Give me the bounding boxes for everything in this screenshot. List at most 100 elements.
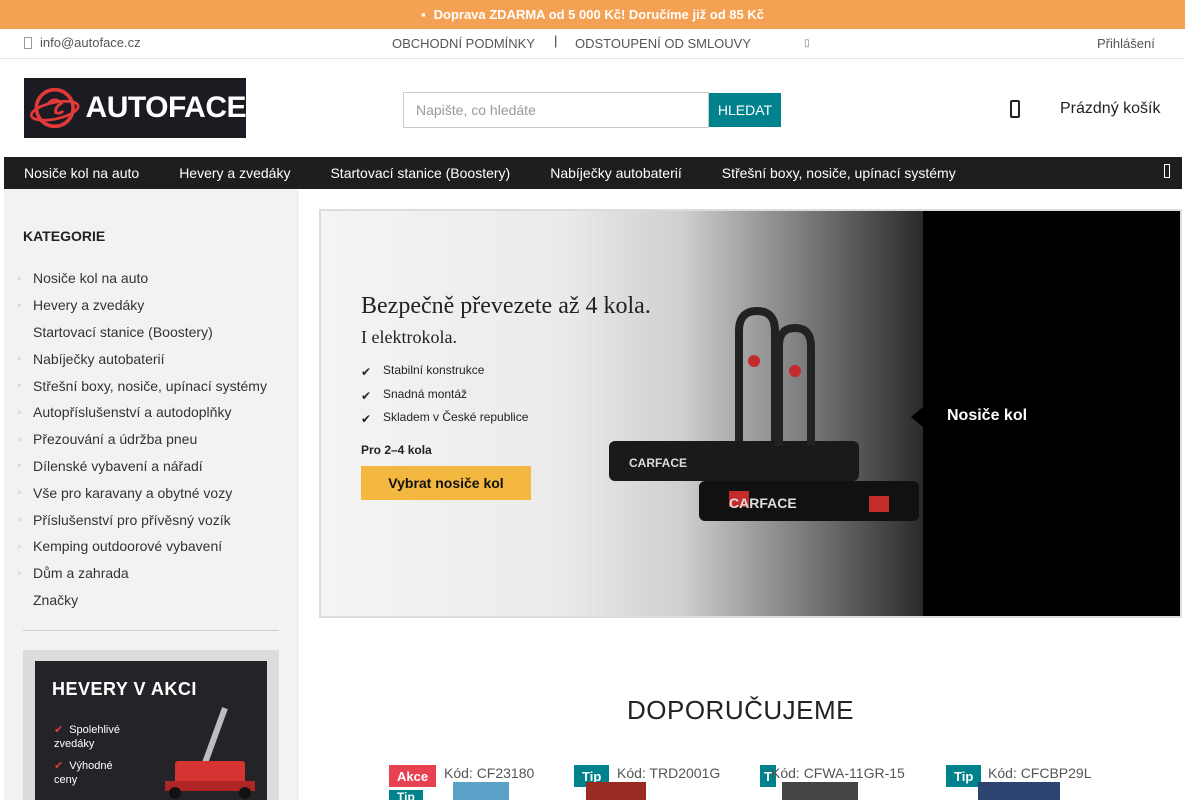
- truck-icon: ▪: [421, 7, 426, 22]
- tip-badge: Tip: [946, 765, 982, 787]
- product-card[interactable]: Akce Tip Kód: CF23180: [389, 762, 559, 800]
- jacks-promo-banner[interactable]: HEVERY V AKCI ✔ Spolehlivé zvedáky ✔ Výhod…: [23, 650, 279, 800]
- category-item[interactable]: ▫ Hevery a zvedáky: [18, 292, 283, 319]
- check-icon: ✔: [361, 365, 372, 379]
- terms-link[interactable]: OBCHODNÍ PODMÍNKY: [392, 36, 535, 51]
- bullet-icon: ▫: [18, 461, 21, 471]
- category-label: Vše pro karavany a obytné vozy: [33, 484, 233, 501]
- category-item[interactable]: Značky: [18, 587, 283, 614]
- search-button[interactable]: HLEDAT: [709, 93, 781, 127]
- cart-label: Prázdný košík: [1060, 100, 1161, 117]
- check-icon: ✔: [54, 760, 64, 772]
- category-label: Dílenské vybavení a nářadí: [33, 457, 203, 474]
- logo-icon: [30, 87, 80, 129]
- category-label: Kemping outdoorové vybavení: [33, 538, 223, 555]
- category-label: Autopříslušenství a autodoplňky: [33, 404, 232, 421]
- withdrawal-link[interactable]: ODSTOUPENÍ OD SMLOUVY: [575, 36, 751, 51]
- nav-more-icon[interactable]: [1164, 164, 1170, 178]
- hero-cta-button[interactable]: Vybrat nosiče kol: [361, 466, 531, 500]
- jacks-banner-title: HEVERY V AKCI: [52, 679, 197, 699]
- nav-item-boosters[interactable]: Startovací stanice (Boostery): [310, 165, 530, 181]
- product-code: Kód: CFCBP29L: [988, 765, 1092, 781]
- jacks-banner-image: HEVERY V AKCI ✔ Spolehlivé zvedáky ✔ Výhod…: [35, 661, 267, 800]
- category-item[interactable]: ▫ Nabíječky autobaterií: [18, 345, 283, 372]
- bullet-icon: ▫: [18, 568, 21, 578]
- hero-count: Pro 2–4 kola: [361, 443, 432, 457]
- category-item[interactable]: ▫ Kemping outdoorové vybavení: [18, 533, 283, 560]
- product-thumbnail[interactable]: [782, 782, 858, 800]
- nav-item-jacks[interactable]: Hevery a zvedáky: [159, 165, 310, 181]
- product-card[interactable]: Tip Kód: CFCBP29L: [946, 762, 1116, 800]
- bullet-icon: ▫: [18, 407, 21, 417]
- phone-icon: [24, 36, 32, 49]
- email-text: info@autoface.cz: [40, 35, 141, 50]
- category-label: Nabíječky autobaterií: [33, 350, 165, 367]
- category-label: Střešní boxy, nosiče, upínací systémy: [33, 377, 267, 394]
- category-item[interactable]: Startovací stanice (Boostery): [18, 319, 283, 346]
- category-list: ▫ Nosiče kol na auto ▫ Hevery a zvedáky St…: [18, 265, 283, 613]
- jacks-banner-feature: ✔ Výhodné ceny: [54, 759, 124, 787]
- slide-label[interactable]: Nosiče kol: [947, 407, 1027, 425]
- category-label: Přezouvání a údržba pneu: [33, 431, 198, 448]
- site-logo[interactable]: AUTOFACE: [24, 78, 246, 138]
- car-jack-icon: [165, 707, 255, 799]
- category-label: Hevery a zvedáky: [33, 297, 145, 314]
- nav-item-bike-racks[interactable]: Nosiče kol na auto: [4, 165, 159, 181]
- category-item[interactable]: ▫ Dům a zahrada: [18, 560, 283, 587]
- bullet-icon: ▫: [18, 488, 21, 498]
- feature-text: Skladem v České republice: [383, 410, 529, 424]
- product-code: Kód: CFWA-11GR-15: [771, 765, 905, 781]
- more-links-icon[interactable]: ▯: [804, 38, 810, 49]
- rack-brand-text: CARFACE: [729, 495, 797, 511]
- search-input[interactable]: [403, 92, 709, 128]
- check-icon: ✔: [361, 389, 372, 403]
- product-thumbnail[interactable]: [978, 782, 1060, 800]
- bike-rack-icon: CARFACE CARFACE: [609, 306, 919, 521]
- hero-feature: ✔ Stabilní konstrukce: [361, 363, 485, 379]
- hero-feature: ✔ Skladem v České republice: [361, 410, 529, 426]
- hero-subline: I elektrokola.: [361, 327, 457, 347]
- email-link[interactable]: info@autoface.cz: [24, 35, 141, 50]
- tip-badge: Tip: [389, 790, 423, 800]
- category-item[interactable]: ▫ Přezouvání a údržba pneu: [18, 426, 283, 453]
- category-item[interactable]: ▫ Střešní boxy, nosiče, upínací systémy: [18, 372, 283, 399]
- sidebar-divider: [23, 630, 279, 631]
- category-item[interactable]: ▫ Autopříslušenství a autodoplňky: [18, 399, 283, 426]
- search-form: HLEDAT: [403, 92, 781, 128]
- login-link[interactable]: Přihlášení: [1097, 36, 1155, 51]
- bullet-icon: ▫: [18, 381, 21, 391]
- main-navigation: Nosiče kol na auto Hevery a zvedáky Star…: [4, 157, 1182, 189]
- check-icon: ✔: [54, 724, 64, 736]
- bullet-icon: ▫: [18, 354, 21, 364]
- category-sidebar: KATEGORIE ▫ Nosiče kol na auto ▫ Hevery a …: [4, 189, 299, 800]
- logo-text: AUTOFACE: [85, 91, 246, 124]
- product-code: Kód: CF23180: [444, 765, 535, 781]
- category-item[interactable]: ▫ Dílenské vybavení a nářadí: [18, 453, 283, 480]
- bullet-icon: ▫: [18, 515, 21, 525]
- nav-item-roof-boxes[interactable]: Střešní boxy, nosiče, upínací systémy: [702, 165, 976, 181]
- product-card[interactable]: Tip Kód: TRD2001G: [574, 762, 744, 800]
- rack-brand-text: CARFACE: [629, 456, 687, 470]
- category-item[interactable]: ▫ Příslušenství pro přívěsný vozík: [18, 506, 283, 533]
- recommended-title: DOPORUČUJEME: [626, 695, 854, 725]
- hero-slider[interactable]: Bezpečně převezete až 4 kola. I elektrok…: [319, 209, 1182, 618]
- nav-item-chargers[interactable]: Nabíječky autobaterií: [530, 165, 702, 181]
- feature-text: Stabilní konstrukce: [383, 363, 485, 377]
- bullet-icon: ▫: [18, 434, 21, 444]
- shopping-bag-icon: [1010, 100, 1020, 118]
- slide-indicator-arrow: [911, 407, 923, 427]
- product-thumbnail[interactable]: [453, 782, 509, 800]
- promo-text: Doprava ZDARMA od 5 000 Kč! Doručíme již…: [433, 7, 764, 22]
- cart-link[interactable]: Prázdný košík: [1010, 100, 1160, 118]
- category-item[interactable]: ▫ Vše pro karavany a obytné vozy: [18, 479, 283, 506]
- top-links-bar: info@autoface.cz OBCHODNÍ PODMÍNKY | ODS…: [0, 29, 1185, 59]
- sale-badge: Akce: [389, 765, 437, 787]
- feature-text: Snadná montáž: [383, 387, 468, 401]
- product-thumbnail[interactable]: [586, 782, 646, 800]
- jacks-banner-feature: ✔ Spolehlivé zvedáky: [54, 723, 124, 751]
- product-code: Kód: TRD2001G: [617, 765, 721, 781]
- category-label: Startovací stanice (Boostery): [33, 323, 213, 340]
- category-item[interactable]: ▫ Nosiče kol na auto: [18, 265, 283, 292]
- category-label: Dům a zahrada: [33, 565, 129, 582]
- product-card[interactable]: T Kód: CFWA-11GR-15: [760, 762, 930, 800]
